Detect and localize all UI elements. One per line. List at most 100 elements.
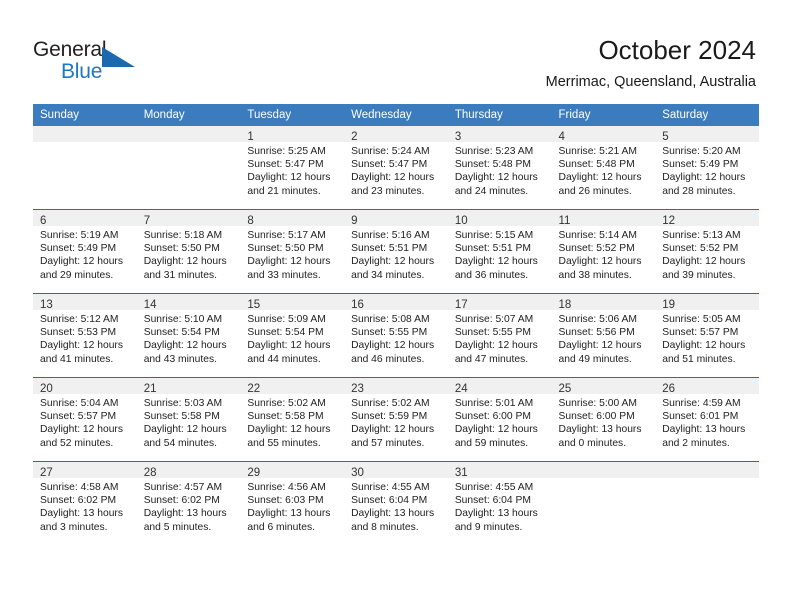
day-number-strip: 18: [551, 294, 656, 311]
sunset-text: Sunset: 6:04 PM: [351, 495, 428, 507]
day-number-strip: [551, 462, 656, 478]
day-number: 5: [662, 131, 669, 143]
calendar-day-cell[interactable]: 1 Sunrise: 5:25 AM Sunset: 5:47 PM Daylight…: [240, 126, 345, 210]
calendar-day-cell[interactable]: 17 Sunrise: 5:07 AM Sunset: 5:55 PM Dayligh…: [447, 293, 552, 378]
day-number-strip: 31: [447, 462, 552, 479]
sunrise-text: Sunrise: 5:02 AM: [351, 398, 430, 409]
day-number-strip: 30: [344, 462, 448, 479]
calendar-day-cell[interactable]: 7 Sunrise: 5:18 AM Sunset: 5:50 PM Daylight…: [136, 209, 241, 294]
sunset-text: Sunset: 5:48 PM: [558, 159, 635, 171]
calendar-day-cell[interactable]: 31 Sunrise: 4:55 AM Sunset: 6:04 PM Dayligh…: [447, 461, 552, 545]
calendar-day-cell[interactable]: 22 Sunrise: 5:02 AM Sunset: 5:58 PM Dayligh…: [240, 377, 345, 462]
day-number: 10: [454, 215, 468, 227]
day-number: 17: [454, 299, 468, 311]
day-number: 6: [40, 215, 47, 227]
daylight-text: Daylight: 12 hours and 39 minutes.: [662, 256, 746, 281]
day-number-strip: 8: [240, 210, 345, 227]
day-details: Sunrise: 5:24 AM Sunset: 5:47 PM Daylight:…: [344, 142, 448, 198]
calendar-day-cell[interactable]: 20 Sunrise: 5:04 AM Sunset: 5:57 PM Dayligh…: [33, 377, 137, 462]
day-number-strip: 19: [655, 294, 759, 311]
day-number: 14: [143, 299, 157, 311]
calendar-day-cell[interactable]: 23 Sunrise: 5:02 AM Sunset: 5:59 PM Dayligh…: [344, 377, 448, 462]
calendar-day-cell[interactable]: 2 Sunrise: 5:24 AM Sunset: 5:47 PM Daylight…: [344, 126, 448, 210]
calendar-day-cell[interactable]: 28 Sunrise: 4:57 AM Sunset: 6:02 PM Dayligh…: [136, 461, 241, 545]
sunset-text: Sunset: 5:52 PM: [558, 243, 635, 255]
calendar-day-cell[interactable]: 29 Sunrise: 4:56 AM Sunset: 6:03 PM Dayligh…: [240, 461, 345, 545]
sunrise-text: Sunrise: 4:56 AM: [247, 482, 326, 493]
sunrise-text: Sunrise: 4:57 AM: [143, 482, 223, 493]
day-number-strip: 7: [136, 210, 241, 227]
calendar-day-cell[interactable]: 15 Sunrise: 5:09 AM Sunset: 5:54 PM Dayligh…: [240, 293, 345, 378]
sunset-text: Sunset: 5:54 PM: [247, 327, 324, 339]
daylight-text: Daylight: 13 hours and 3 minutes.: [40, 508, 123, 533]
title-block: October 2024 Merrimac, Queensland, Austr…: [546, 34, 756, 92]
day-number-strip: 13: [33, 294, 137, 311]
calendar-day-cell[interactable]: 12 Sunrise: 5:13 AM Sunset: 5:52 PM Dayligh…: [655, 209, 759, 294]
calendar-day-cell[interactable]: 13 Sunrise: 5:12 AM Sunset: 5:53 PM Dayligh…: [33, 293, 137, 378]
day-number-strip: 25: [551, 378, 656, 395]
day-number: 26: [662, 383, 676, 395]
sunrise-text: Sunrise: 4:58 AM: [40, 482, 119, 493]
day-number-strip: 10: [447, 210, 552, 227]
day-number: 3: [454, 131, 462, 143]
day-number: 22: [247, 383, 261, 395]
calendar-day-cell[interactable]: 8 Sunrise: 5:17 AM Sunset: 5:50 PM Daylight…: [240, 209, 345, 294]
sunrise-text: Sunrise: 5:10 AM: [143, 314, 223, 325]
daylight-text: Daylight: 12 hours and 57 minutes.: [351, 424, 435, 449]
day-details: Sunrise: 5:20 AM Sunset: 5:49 PM Daylight:…: [655, 142, 759, 198]
sunrise-text: Sunrise: 5:14 AM: [558, 230, 637, 241]
daylight-text: Daylight: 12 hours and 36 minutes.: [454, 256, 538, 281]
calendar-day-cell[interactable]: 5 Sunrise: 5:20 AM Sunset: 5:49 PM Daylight…: [655, 126, 759, 210]
day-number-strip: 12: [655, 210, 759, 227]
day-details: Sunrise: 5:03 AM Sunset: 5:58 PM Daylight:…: [137, 394, 241, 450]
sunrise-text: Sunrise: 5:12 AM: [40, 314, 119, 325]
sunset-text: Sunset: 6:04 PM: [454, 495, 531, 507]
calendar-day-cell[interactable]: 9 Sunrise: 5:16 AM Sunset: 5:51 PM Daylight…: [344, 209, 448, 294]
daylight-text: Daylight: 12 hours and 23 minutes.: [351, 172, 435, 197]
calendar-day-cell[interactable]: 26 Sunrise: 4:59 AM Sunset: 6:01 PM Dayligh…: [655, 377, 759, 462]
sunset-text: Sunset: 5:58 PM: [247, 411, 324, 423]
calendar-day-cell[interactable]: 10 Sunrise: 5:15 AM Sunset: 5:51 PM Dayligh…: [447, 209, 552, 294]
calendar-day-cell[interactable]: 4 Sunrise: 5:21 AM Sunset: 5:48 PM Daylight…: [551, 126, 656, 210]
day-details: Sunrise: 5:18 AM Sunset: 5:50 PM Daylight:…: [137, 226, 241, 282]
day-number-strip: 1: [240, 126, 345, 143]
daylight-text: Daylight: 13 hours and 0 minutes.: [558, 424, 642, 449]
calendar-day-cell-empty: [136, 126, 241, 210]
day-number-strip: 23: [344, 378, 448, 395]
sunset-text: Sunset: 5:50 PM: [143, 243, 220, 255]
daylight-text: Daylight: 12 hours and 33 minutes.: [247, 256, 331, 281]
logo-text-general: General: [33, 38, 107, 61]
page-subtitle: Merrimac, Queensland, Australia: [545, 74, 756, 90]
calendar-day-cell[interactable]: 6 Sunrise: 5:19 AM Sunset: 5:49 PM Daylight…: [33, 209, 137, 294]
calendar-day-cell[interactable]: 18 Sunrise: 5:06 AM Sunset: 5:56 PM Dayligh…: [551, 293, 656, 378]
daylight-text: Daylight: 13 hours and 2 minutes.: [662, 424, 746, 449]
sunset-text: Sunset: 5:55 PM: [454, 327, 531, 339]
weekday-header-tuesday: Tuesday: [240, 104, 345, 126]
sunrise-text: Sunrise: 5:17 AM: [247, 230, 326, 241]
calendar-day-cell[interactable]: 21 Sunrise: 5:03 AM Sunset: 5:58 PM Dayligh…: [136, 377, 241, 462]
day-number-strip: 15: [240, 294, 345, 311]
sunset-text: Sunset: 6:02 PM: [40, 495, 117, 507]
daylight-text: Daylight: 13 hours and 9 minutes.: [454, 508, 538, 533]
daylight-text: Daylight: 12 hours and 47 minutes.: [454, 340, 538, 365]
day-number: 28: [143, 467, 157, 479]
calendar-day-cell[interactable]: 11 Sunrise: 5:14 AM Sunset: 5:52 PM Dayligh…: [551, 209, 656, 294]
daylight-text: Daylight: 12 hours and 59 minutes.: [454, 424, 538, 449]
calendar-day-cell[interactable]: 25 Sunrise: 5:00 AM Sunset: 6:00 PM Dayligh…: [551, 377, 656, 462]
calendar-day-cell[interactable]: 14 Sunrise: 5:10 AM Sunset: 5:54 PM Dayligh…: [136, 293, 241, 378]
day-details: Sunrise: 5:07 AM Sunset: 5:55 PM Daylight:…: [448, 310, 552, 366]
calendar-day-cell[interactable]: 19 Sunrise: 5:05 AM Sunset: 5:57 PM Dayligh…: [655, 293, 759, 378]
sunset-text: Sunset: 5:56 PM: [558, 327, 635, 339]
day-number-strip: [33, 126, 137, 142]
day-details: Sunrise: 4:59 AM Sunset: 6:01 PM Daylight:…: [655, 394, 759, 450]
day-number: 30: [351, 467, 364, 479]
calendar-day-cell[interactable]: 3 Sunrise: 5:23 AM Sunset: 5:48 PM Daylight…: [447, 126, 552, 210]
calendar-day-cell[interactable]: 30 Sunrise: 4:55 AM Sunset: 6:04 PM Dayligh…: [344, 461, 448, 545]
calendar-day-cell[interactable]: 27 Sunrise: 4:58 AM Sunset: 6:02 PM Dayligh…: [33, 461, 137, 545]
day-details: Sunrise: 5:12 AM Sunset: 5:53 PM Daylight:…: [33, 310, 137, 366]
day-number-strip: 5: [655, 126, 759, 143]
weekday-header-wednesday: Wednesday: [344, 104, 448, 126]
calendar-day-cell[interactable]: 16 Sunrise: 5:08 AM Sunset: 5:55 PM Dayligh…: [344, 293, 448, 378]
daylight-text: Daylight: 12 hours and 41 minutes.: [40, 340, 123, 365]
calendar-day-cell[interactable]: 24 Sunrise: 5:01 AM Sunset: 6:00 PM Dayligh…: [447, 377, 552, 462]
